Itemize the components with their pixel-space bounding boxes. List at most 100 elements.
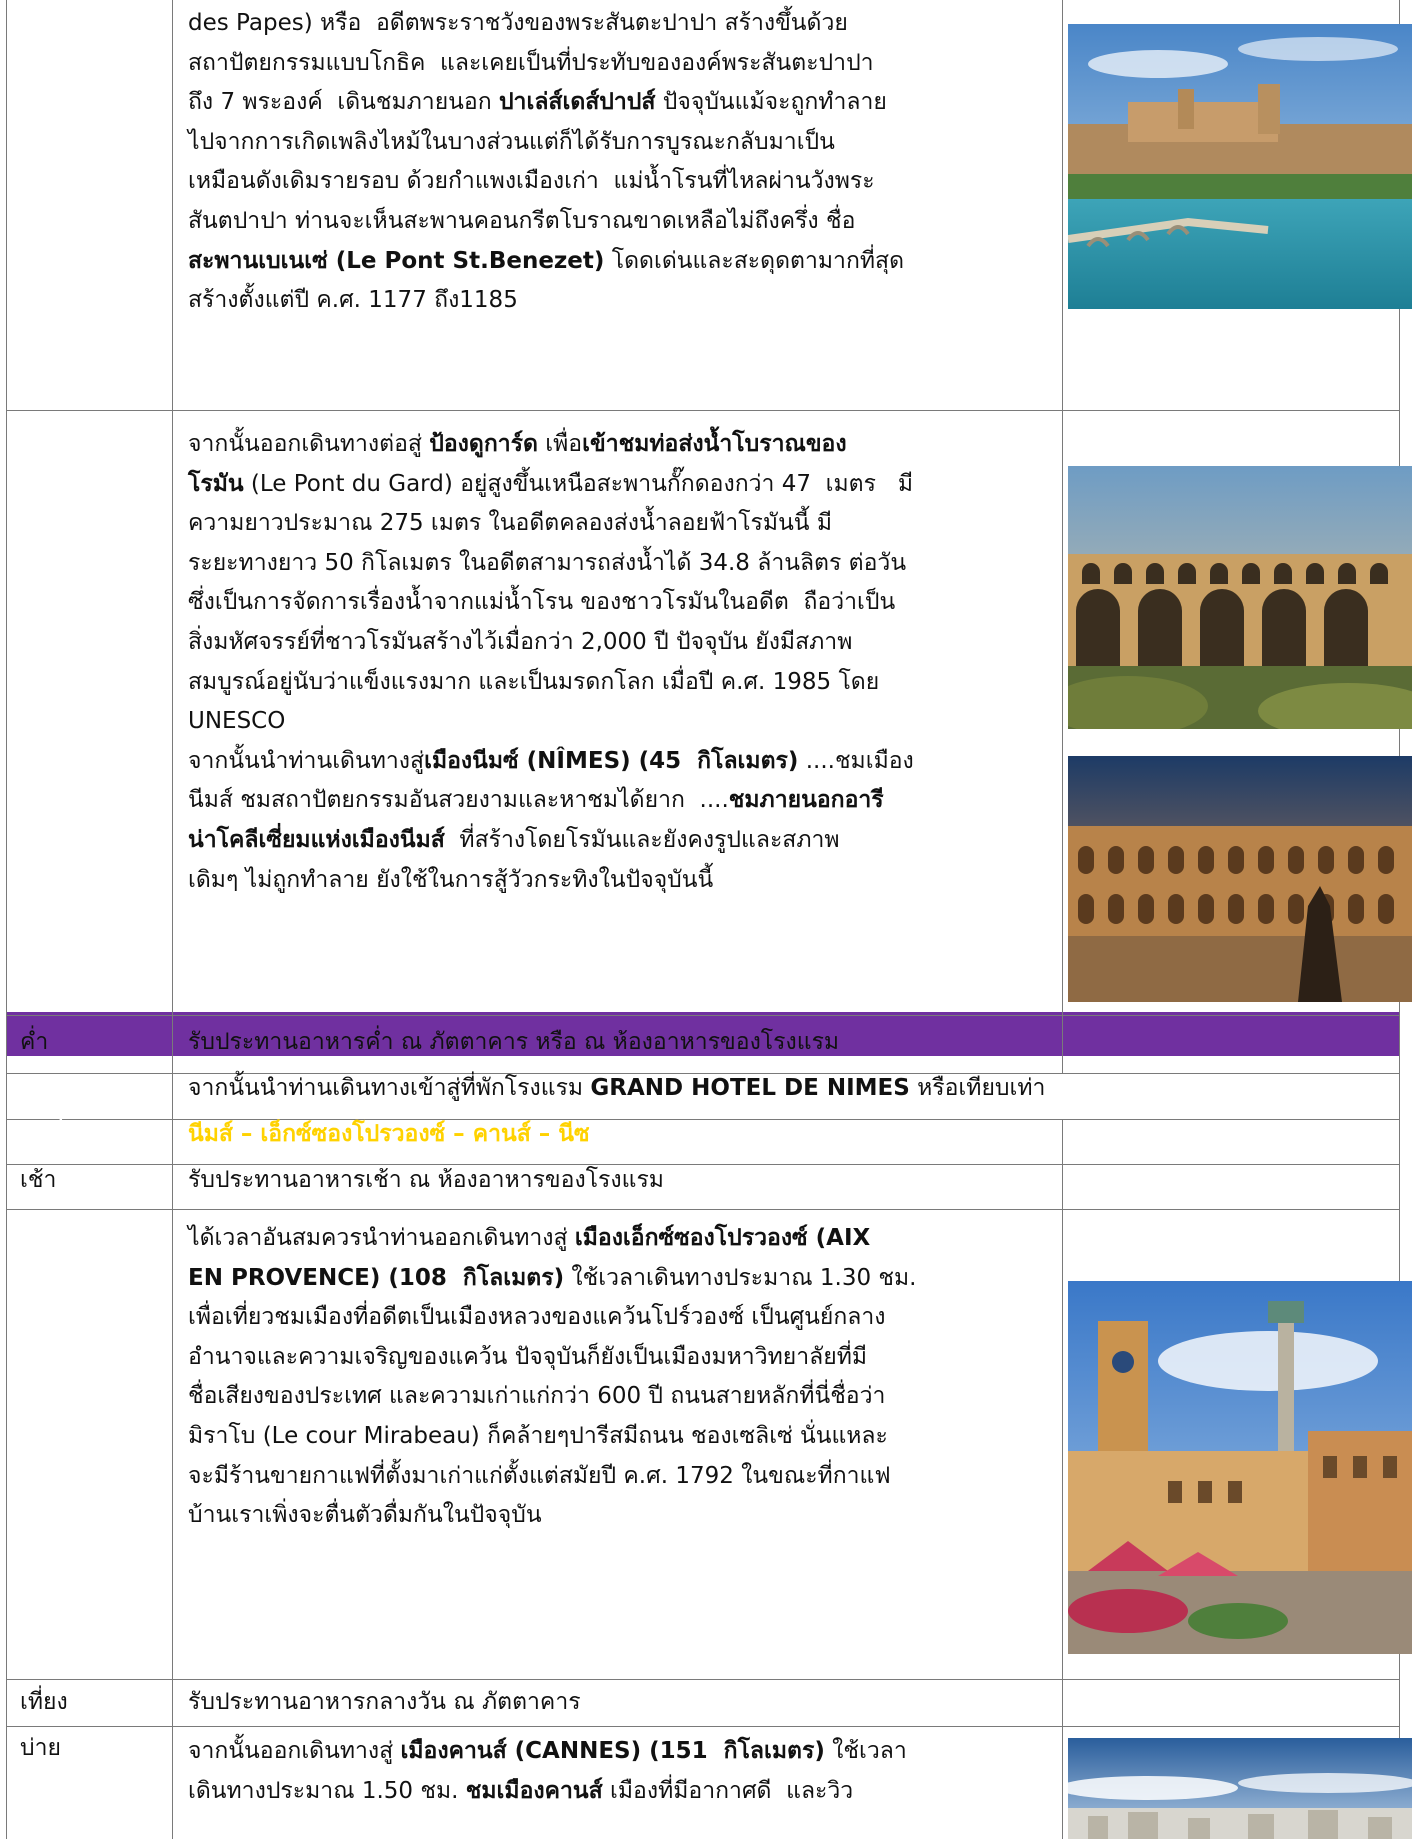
row-dinner-text: รับประทานอาหารค่ำ ณ ภัตตาคาร หรือ ณ ห้อง… [188,1026,839,1058]
column-divider [1062,1119,1063,1839]
row-divider [6,1209,1400,1210]
bold-text-segment: ปาเล่ส์เดส์ปาปส์ [498,89,656,116]
bold-text-segment: เมืองคานส์ (CANNES) (151 กิโลเมตร) [400,1738,825,1764]
text-line: จากนั้นออกเดินทางต่อสู่ ป้องดูการ์ด เพื่… [188,425,914,465]
text-segment: จากนั้นนำท่านเดินทางสู่ [188,747,425,774]
text-segment: ที่สร้างโดยโรมันและยังคงรูปและสภาพ [444,826,840,853]
text-line: สิ่งมหัศจรรย์ที่ชาวโรมันสร้างไว้เมื่อกว่… [188,623,914,663]
text-segment: สถาปัตยกรรมแบบโกธิค และเคยเป็นที่ประทับข… [188,49,874,76]
bold-text-segment: ป้องดูการ์ด [429,431,538,457]
text-segment: สร้างตั้งแต่ปี ค.ศ. 1177 ถึง1185 [188,287,518,314]
meal-label-breakfast: เช้า [20,1167,57,1193]
bold-text-segment: EN PROVENCE) (108 กิโลเมตร) [188,1264,565,1291]
text-segment: รับประทานอาหารค่ำ ณ ภัตตาคาร หรือ ณ ห้อง… [188,1029,840,1055]
text-line: ระยะทางยาว 50 กิโลเมตร ในอดีตสามารถส่งน้… [188,544,914,584]
text-segment: เหมือนดังเดิมรายรอบ ด้วยกำแพงเมืองเก่า แ… [188,168,875,195]
text-segment: สมบูรณ์อยู่นับว่าแข็งแรงมาก และเป็นมรดกโ… [188,668,880,695]
row-divider [6,1726,1400,1727]
row-divider [6,410,1400,411]
row-lunch-text: รับประทานอาหารกลางวัน ณ ภัตตาคาร [188,1686,581,1718]
text-segment: ซึ่งเป็นการจัดการเรื่องน้ำจากแม่น้ำโรน ข… [188,589,896,616]
text-line: เดินทางประมาณ 1.50 ชม. ชมเมืองคานส์ เมือ… [188,1772,907,1812]
text-segment: สันตปาปา ท่านจะเห็นสะพานคอนกรีตโบราณขาดเ… [188,207,856,234]
column-divider [1062,0,1063,1073]
text-line: อำนาจและความเจริญของแคว้น ปัจจุบันก็ยังเ… [188,1338,916,1378]
row-divider [6,1015,1400,1016]
text-segment: ใช้เวลา [824,1738,907,1764]
text-segment: ชื่อเสียงของประเทศ และความเก่าแก่กว่า 60… [188,1383,886,1410]
text-segment: รับประทานอาหารกลางวัน ณ ภัตตาคาร [188,1689,581,1715]
text-segment: ความยาวประมาณ 275 เมตร ในอดีตคลองส่งน้ำล… [188,510,832,537]
text-line: ถึง 7 พระองค์ เดินชมภายนอก ปาเล่ส์เดส์ปา… [188,83,904,123]
text-segment: สิ่งมหัศจรรย์ที่ชาวโรมันสร้างไว้เมื่อกว่… [188,628,853,655]
text-line: ซึ่งเป็นการจัดการเรื่องน้ำจากแม่น้ำโรน ข… [188,583,914,623]
text-line: รับประทานอาหารค่ำ ณ ภัตตาคาร หรือ ณ ห้อง… [188,1026,839,1058]
row-breakfast-text: รับประทานอาหารเช้า ณ ห้องอาหารของโรงแรม [188,1164,664,1196]
text-line: รับประทานอาหารกลางวัน ณ ภัตตาคาร [188,1686,581,1718]
text-segment: โดดเด่นและสะดุดตามากที่สุด [604,247,905,274]
text-segment: จากนั้นออกเดินทางสู่ [188,1738,401,1764]
aix-en-provence-square-photo [1068,1281,1412,1654]
row-cannes-text: จากนั้นออกเดินทางสู่ เมืองคานส์ (CANNES)… [188,1732,907,1811]
text-line: UNESCO [188,702,914,742]
row-avignon-text: des Papes) หรือ อดีตพระราชวังของพระสันตะ… [188,4,904,321]
bold-text-segment: น่าโคลีเซี่ยมแห่งเมืองนีมส์ [188,826,445,853]
text-line: สะพานเบเนเซ่ (Le Pont St.Benezet) โดดเด่… [188,242,904,282]
text-line: เหมือนดังเดิมรายรอบ ด้วยกำแพงเมืองเก่า แ… [188,162,904,202]
row-divider [6,1679,1400,1680]
avignon-papal-palace-photo [1068,24,1412,309]
text-segment: รับประทานอาหารเช้า ณ ห้องอาหารของโรงแรม [188,1167,664,1193]
nimes-arena-photo [1068,756,1412,1002]
meal-label-lunch: เที่ยง [20,1689,68,1715]
bold-text-segment: สะพานเบเนเซ่ (Le Pont St.Benezet) [188,247,605,274]
text-line: รับประทานอาหารเช้า ณ ห้องอาหารของโรงแรม [188,1164,664,1196]
bold-text-segment: เมืองนีมซ์ (NÎMES) (45 กิโลเมตร) [424,747,799,774]
text-segment: จากนั้นนำท่านเดินทางเข้าสู่ที่พักโรงแรม [188,1075,591,1101]
bold-text-segment: ชมเมืองคานส์ [465,1777,603,1804]
pont-du-gard-aqueduct-photo [1068,466,1412,729]
text-line: สถาปัตยกรรมแบบโกธิค และเคยเป็นที่ประทับข… [188,44,904,84]
text-line: จะมีร้านขายกาแฟที่ตั้งมาเก่าแก่ตั้งแต่สม… [188,1457,916,1497]
text-line: des Papes) หรือ อดีตพระราชวังของพระสันตะ… [188,4,904,44]
text-line: มิราโบ (Le cour Mirabeau) ก็คล้ายๆปารีสม… [188,1417,916,1457]
text-segment: เพื่อ [537,431,583,457]
bold-text-segment: นีมส์ – เอ็กซ์ซองโปรวองซ์ – คานส์ – นีซ [188,1121,590,1147]
text-segment: ปัจจุบันแม้จะถูกทำลาย [655,89,887,116]
text-line: เพื่อเที่ยวชมเมืองที่อดีตเป็นเมืองหลวงขอ… [188,1298,916,1338]
text-line: สันตปาปา ท่านจะเห็นสะพานคอนกรีตโบราณขาดเ… [188,202,904,242]
text-line: ได้เวลาอันสมควรนำท่านออกเดินทางสู่ เมือง… [188,1219,916,1259]
text-segment: (Le Pont du Gard) อยู่สูงขึ้นเหนือสะพานก… [243,470,914,497]
text-line: EN PROVENCE) (108 กิโลเมตร) ใช้เวลาเดินท… [188,1259,916,1299]
bold-text-segment: เมืองเอ็กซ์ซองโปรวองซ์ (AIX [574,1225,871,1251]
text-line: สร้างตั้งแต่ปี ค.ศ. 1177 ถึง1185 [188,281,904,321]
text-line: ความยาวประมาณ 275 เมตร ในอดีตคลองส่งน้ำล… [188,504,914,544]
row-hotel-text: จากนั้นนำท่านเดินทางเข้าสู่ที่พักโรงแรม … [188,1072,1045,1104]
text-segment: ไปจากการเกิดเพลิงไหม้ในบางส่วนแต่ก็ได้รั… [188,128,835,155]
text-line: โรมัน (Le Pont du Gard) อยู่สูงขึ้นเหนือ… [188,465,914,505]
text-line: น่าโคลีเซี่ยมแห่งเมืองนีมส์ ที่สร้างโดยโ… [188,821,914,861]
text-segment: จะมีร้านขายกาแฟที่ตั้งมาเก่าแก่ตั้งแต่สม… [188,1462,891,1489]
text-segment: เมืองที่มีอากาศดี และวิว [602,1777,854,1804]
meal-label-dinner: ค่ำ [20,1029,49,1055]
bold-text-segment: GRAND HOTEL DE NIMES [590,1075,910,1101]
text-segment: หรือเทียบเท่า [909,1075,1046,1101]
text-segment: นีมส์ ชมสถาปัตยกรรมอันสวยงามและหาชมได้ยา… [188,787,729,814]
text-segment: อำนาจและความเจริญของแคว้น ปัจจุบันก็ยังเ… [188,1343,868,1370]
text-segment: ถึง 7 พระองค์ เดินชมภายนอก [188,89,499,116]
text-segment: จากนั้นออกเดินทางต่อสู่ [188,431,430,457]
text-segment: เพื่อเที่ยวชมเมืองที่อดีตเป็นเมืองหลวงขอ… [188,1304,886,1331]
row-pont-du-gard-nimes-text: จากนั้นออกเดินทางต่อสู่ ป้องดูการ์ด เพื่… [188,425,914,900]
text-segment: UNESCO [188,708,286,735]
text-segment: มิราโบ (Le cour Mirabeau) ก็คล้ายๆปารีสม… [188,1422,888,1449]
text-segment: บ้านเราเพิ่งจะตื่นตัวดื่มกันในปัจจุบัน [188,1502,542,1529]
text-line: เดิมๆ ไม่ถูกทำลาย ยังใช้ในการสู้วัวกระทิ… [188,861,914,901]
day-label: วันที่ 4 [20,1121,88,1147]
cannes-coast-photo [1068,1738,1412,1839]
text-line: ไปจากการเกิดเพลิงไหม้ในบางส่วนแต่ก็ได้รั… [188,123,904,163]
text-line: ชื่อเสียงของประเทศ และความเก่าแก่กว่า 60… [188,1377,916,1417]
bold-text-segment: ชมภายนอกอารี [728,787,884,814]
bold-text-segment: เข้าชมท่อส่งน้ำโบราณของ [582,431,847,457]
text-line: บ้านเราเพิ่งจะตื่นตัวดื่มกันในปัจจุบัน [188,1496,916,1536]
text-line: นีมส์ – เอ็กซ์ซองโปรวองซ์ – คานส์ – นีซ [188,1118,590,1150]
time-label-afternoon: บ่าย [20,1735,61,1761]
